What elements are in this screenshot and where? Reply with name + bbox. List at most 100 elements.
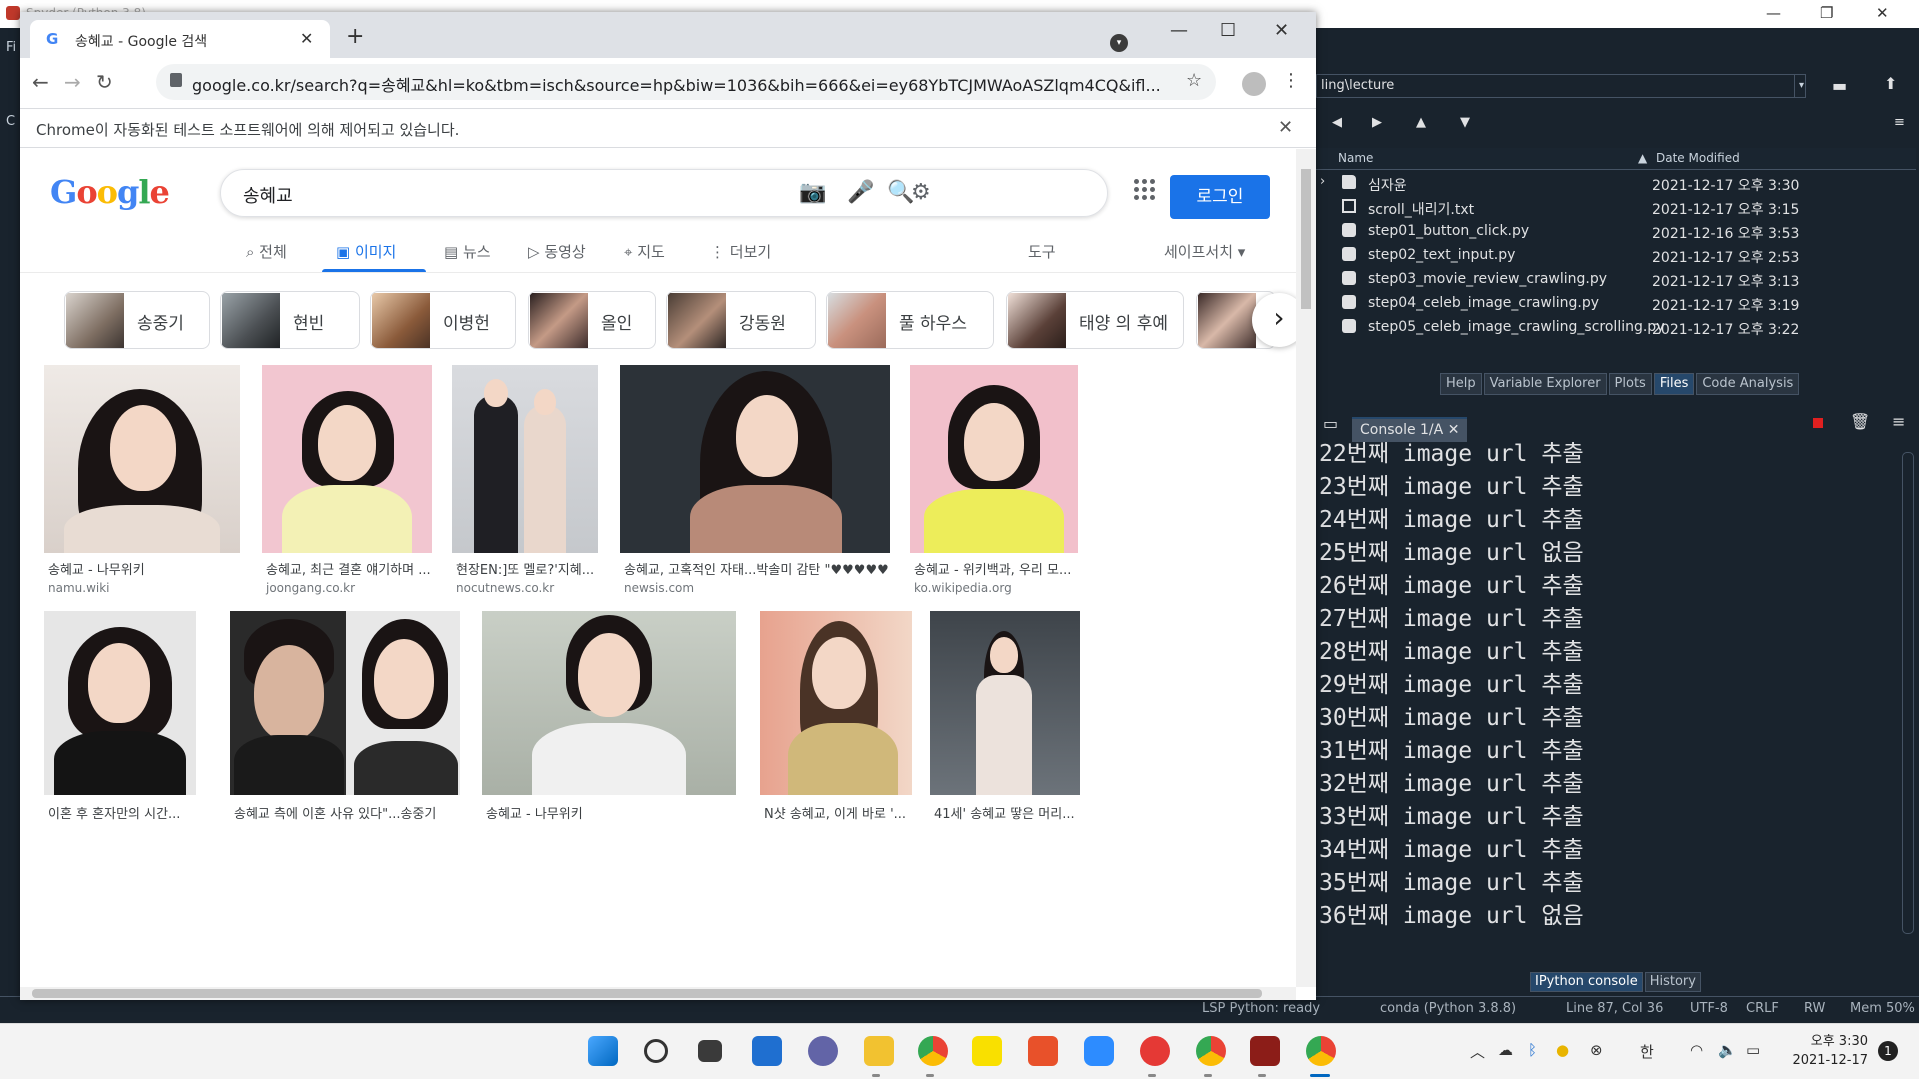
tab-images[interactable]: ▣ 이미지: [336, 241, 396, 262]
onedrive-cloud-icon[interactable]: ☁: [1498, 1041, 1513, 1059]
tab-code-analysis[interactable]: Code Analysis: [1696, 373, 1800, 395]
back-button[interactable]: ←: [32, 70, 49, 94]
tab-search-icon[interactable]: ▾: [1110, 34, 1128, 52]
console-scrollbar[interactable]: [1902, 452, 1914, 934]
chrome-profile-icon[interactable]: [1196, 1036, 1226, 1066]
profile-avatar-icon[interactable]: [1242, 72, 1266, 96]
column-date-header[interactable]: Date Modified: [1656, 151, 1740, 165]
tab-variable-explorer[interactable]: Variable Explorer: [1483, 373, 1607, 395]
clock[interactable]: 오후 3:30 2021-12-17: [1788, 1032, 1868, 1070]
related-chip[interactable]: 풀 하우스: [826, 291, 994, 349]
search-query[interactable]: 송혜교: [243, 182, 293, 208]
trash-icon[interactable]: 🗑: [1850, 412, 1870, 431]
notification-badge[interactable]: 1: [1878, 1041, 1898, 1061]
tab-files[interactable]: Files: [1653, 373, 1695, 395]
file-row[interactable]: step03_movie_review_crawling.py 2021-12-…: [1316, 268, 1916, 292]
camera-search-icon[interactable]: 📷: [799, 180, 826, 205]
image-result[interactable]: 송혜교 측에 이혼 사유 있다"...송중기: [230, 611, 460, 822]
related-chip[interactable]: 태양 의 후예: [1006, 291, 1184, 349]
kakaotalk-tray-icon[interactable]: ●: [1556, 1041, 1569, 1059]
tab-history[interactable]: History: [1644, 972, 1701, 992]
scrollbar-thumb[interactable]: [1301, 169, 1311, 309]
related-chip[interactable]: 송중기: [64, 291, 210, 349]
image-result[interactable]: 송혜교, 고혹적인 자태...박솔미 감탄 "♥♥♥♥♥" :... newsi…: [620, 365, 890, 605]
expand-chevron-icon[interactable]: ›: [1320, 174, 1325, 189]
console-options-menu-icon[interactable]: ≡: [1892, 412, 1905, 431]
browser-tab[interactable]: G 송혜교 - Google 검색 ✕: [30, 20, 330, 58]
lock-icon[interactable]: [170, 73, 182, 87]
files-options-menu-icon[interactable]: ≡: [1894, 115, 1905, 130]
tab-help[interactable]: Help: [1440, 373, 1482, 395]
spyder-close-button[interactable]: ✕: [1876, 4, 1889, 22]
bookmark-star-icon[interactable]: ☆: [1186, 70, 1202, 91]
page-horizontal-scrollbar[interactable]: [20, 987, 1296, 1000]
related-chip[interactable]: 이병헌: [370, 291, 516, 349]
scrollbar-thumb[interactable]: [32, 989, 1262, 998]
zoom-icon[interactable]: [1084, 1036, 1114, 1066]
related-chip[interactable]: 강동원: [666, 291, 816, 349]
search-icon[interactable]: [644, 1039, 668, 1063]
image-result[interactable]: 이혼 후 혼자만의 시간...: [44, 611, 196, 822]
office-app-icon[interactable]: [1028, 1036, 1058, 1066]
image-result[interactable]: 41세' 송혜교 땋은 머리...: [930, 611, 1080, 822]
tab-more[interactable]: ⋮ 더보기: [710, 241, 771, 262]
task-view-icon[interactable]: [698, 1040, 722, 1062]
browse-folder-icon[interactable]: ▬: [1832, 76, 1847, 95]
filter-icon[interactable]: ▼: [1460, 115, 1470, 130]
kakaotalk-icon[interactable]: [972, 1036, 1002, 1066]
bluetooth-icon[interactable]: ᛒ: [1528, 1041, 1537, 1059]
console-tab[interactable]: Console 1/A ✕: [1352, 417, 1468, 443]
ime-indicator[interactable]: 한: [1640, 1041, 1654, 1062]
file-row[interactable]: › 심자윤 2021-12-17 오후 3:30: [1316, 172, 1916, 196]
chrome-active-icon[interactable]: [1306, 1036, 1336, 1066]
parent-directory-icon[interactable]: ⬆: [1884, 74, 1897, 93]
image-result[interactable]: 송혜교 - 나무위키: [482, 611, 736, 822]
start-menu-icon[interactable]: [588, 1036, 618, 1066]
file-row[interactable]: scroll_내리기.txt 2021-12-17 오후 3:15: [1316, 196, 1916, 220]
google-logo[interactable]: Google: [50, 173, 170, 211]
address-bar[interactable]: google.co.kr/search?q=송혜교&hl=ko&tbm=isch…: [156, 64, 1216, 100]
related-chip[interactable]: 올인: [528, 291, 656, 349]
files-path-dropdown-icon[interactable]: ▾: [1794, 74, 1808, 98]
related-chip[interactable]: 현빈: [220, 291, 360, 349]
app-tray-icon[interactable]: ⊗: [1590, 1041, 1603, 1059]
spyder-restore-button[interactable]: ❐: [1820, 4, 1833, 22]
login-button[interactable]: 로그인: [1170, 175, 1270, 219]
file-row[interactable]: step01_button_click.py 2021-12-16 오후 3:5…: [1316, 220, 1916, 244]
safesearch-button[interactable]: 세이프서치 ▾: [1164, 241, 1245, 262]
tab-news[interactable]: ▤ 뉴스: [444, 241, 491, 262]
search-box[interactable]: 송혜교 📷 🎤 🔍 ⚙: [220, 169, 1108, 217]
tab-plots[interactable]: Plots: [1608, 373, 1652, 395]
image-result[interactable]: 현장EN:]또 멜로?'지혜... nocutnews.co.kr: [452, 365, 598, 605]
chrome-taskbar-icon[interactable]: [918, 1036, 948, 1066]
battery-icon[interactable]: ▭: [1746, 1041, 1760, 1059]
chrome-minimize-button[interactable]: —: [1170, 20, 1188, 41]
settings-gear-icon[interactable]: ⚙: [911, 180, 931, 205]
page-vertical-scrollbar[interactable]: [1296, 149, 1316, 987]
recorder-app-icon[interactable]: [1140, 1036, 1170, 1066]
forward-button[interactable]: →: [64, 70, 81, 94]
spyder-minimize-button[interactable]: —: [1766, 4, 1781, 22]
file-row[interactable]: step02_text_input.py 2021-12-17 오후 2:53: [1316, 244, 1916, 268]
console-pane-icon[interactable]: ▭: [1323, 414, 1338, 433]
file-row[interactable]: step04_celeb_image_crawling.py 2021-12-1…: [1316, 292, 1916, 316]
spyder-taskbar-icon[interactable]: [1250, 1036, 1280, 1066]
back-arrow-icon[interactable]: ◀: [1332, 115, 1342, 130]
widgets-icon[interactable]: [752, 1036, 782, 1066]
file-explorer-icon[interactable]: [864, 1036, 894, 1066]
image-result[interactable]: 송혜교, 최근 결혼 얘기하며 ... joongang.co.kr: [262, 365, 432, 605]
tray-overflow-chevron-icon[interactable]: ︿: [1470, 1041, 1485, 1062]
infobar-close-icon[interactable]: ✕: [1278, 117, 1293, 138]
console-tab-close-icon[interactable]: ✕: [1448, 422, 1460, 438]
chrome-maximize-button[interactable]: ☐: [1220, 20, 1236, 41]
image-result[interactable]: N샷 송혜교, 이게 바로 '...: [760, 611, 912, 822]
tab-close-icon[interactable]: ✕: [300, 29, 313, 48]
forward-arrow-icon[interactable]: ▶: [1372, 115, 1382, 130]
volume-icon[interactable]: 🔈: [1718, 1041, 1737, 1059]
tab-maps[interactable]: ⌖ 지도: [624, 241, 665, 262]
image-result[interactable]: 송혜교 - 나무위키 namu.wiki: [44, 365, 240, 605]
image-result[interactable]: 송혜교 - 위키백과, 우리 모... ko.wikipedia.org: [910, 365, 1078, 605]
ipython-console-output[interactable]: 22번째 image url 추출 23번째 image url 추출 24번째…: [1316, 442, 1906, 972]
tools-button[interactable]: 도구: [1028, 241, 1056, 262]
up-arrow-icon[interactable]: ▲: [1416, 115, 1426, 130]
